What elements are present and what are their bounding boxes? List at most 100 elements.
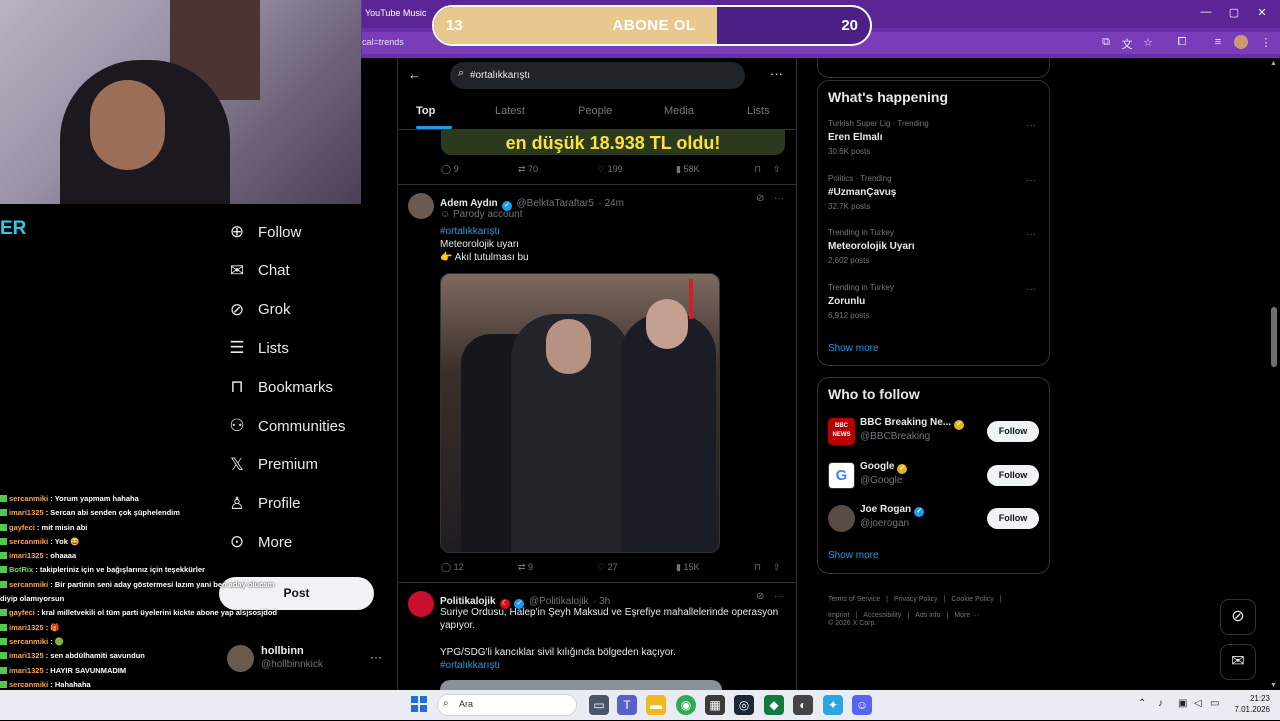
follow-suggestion-handle[interactable]: @Google [860, 475, 902, 486]
avatar[interactable] [408, 193, 434, 219]
footer-link[interactable]: Privacy Policy [894, 596, 938, 603]
tweet-hashtag[interactable]: #ortalıkkarıştı [440, 225, 500, 238]
follow-button[interactable]: Follow [987, 421, 1039, 442]
nav-item-lists[interactable]: ☰ Lists [226, 333, 288, 363]
app-icon[interactable]: ◆ [764, 695, 784, 715]
chat-username[interactable]: imari1325 [9, 623, 44, 632]
address-text[interactable]: cal=trends [362, 37, 404, 47]
volume-icon[interactable]: ◁ [1194, 698, 1202, 709]
bookmark-icon[interactable]: ⊓ [754, 562, 761, 573]
chat-username[interactable]: imari1325 [9, 508, 44, 517]
footer-link[interactable]: Accessibility [863, 612, 901, 619]
grok-icon[interactable]: ⊘ [756, 193, 764, 204]
nav-item-bookmarks[interactable]: ⊓ Bookmarks [226, 372, 333, 402]
follow-button[interactable]: Follow [987, 464, 1039, 486]
trend-title[interactable]: Meteorolojik Uyarı [828, 241, 915, 252]
tweet-image[interactable]: en düşük 18.938 TL oldu! [441, 129, 785, 155]
chat-username[interactable]: sercanmiki [9, 537, 48, 546]
chat-username[interactable]: gayfeci [9, 608, 35, 617]
scroll-up-arrow-icon[interactable]: ▲ [1270, 60, 1277, 67]
chat-username[interactable]: sercanmiki [9, 580, 48, 589]
star-icon[interactable]: ☆ [1140, 36, 1156, 49]
extensions-icon[interactable]: ⧠ [1174, 36, 1190, 49]
follow-button[interactable]: Follow [987, 508, 1039, 529]
follow-suggestion-handle[interactable]: @joerogan [860, 518, 909, 529]
repost-button[interactable]: ⇄ 70 [518, 164, 538, 175]
trend-more-icon[interactable]: ··· [1026, 229, 1036, 240]
footer-link[interactable]: Terms of Service [828, 596, 880, 603]
media-icon[interactable]: ≡ [1210, 36, 1226, 48]
more-options-icon[interactable]: ··· [770, 66, 783, 81]
footer-link[interactable]: Ads info [915, 612, 940, 619]
tweet-author[interactable]: Adem Aydın [440, 198, 498, 209]
share-icon[interactable]: ⇧ [773, 164, 781, 175]
tweet-more-icon[interactable]: ··· [774, 591, 784, 602]
show-more-link[interactable]: Show more [828, 343, 879, 354]
taskbar-search[interactable] [437, 694, 577, 716]
discord-icon[interactable]: ☺ [852, 695, 872, 715]
store-icon[interactable]: ▦ [705, 695, 725, 715]
repost-button[interactable]: ⇄ 9 [518, 562, 533, 573]
reply-button[interactable]: ◯ 9 [441, 164, 459, 175]
footer-link[interactable]: More ··· [954, 612, 979, 619]
tab-top[interactable]: Top [416, 105, 435, 117]
chat-username[interactable]: gayfeci [9, 523, 35, 532]
trend-more-icon[interactable]: ··· [1026, 120, 1036, 131]
grok-button[interactable]: ⊘ [1220, 599, 1256, 635]
trend-title[interactable]: Zorunlu [828, 296, 865, 307]
tray-chevron-icon[interactable]: ⌃ [1138, 698, 1146, 709]
minimize-icon[interactable]: — [1196, 6, 1216, 18]
network-icon[interactable]: ▣ [1178, 698, 1187, 709]
share-icon[interactable]: ⇧ [773, 562, 781, 573]
nav-item-communities[interactable]: ⚇ Communities [226, 411, 345, 441]
views-button[interactable]: ▮ 58K [676, 164, 699, 175]
battery-icon[interactable]: ▭ [1210, 698, 1219, 709]
trend-more-icon[interactable]: ··· [1026, 175, 1036, 186]
obs-icon[interactable]: ◐ [793, 695, 813, 715]
follow-suggestion-name[interactable]: Joe Rogan ✓ [860, 504, 925, 517]
avatar-icon[interactable] [828, 505, 855, 532]
follow-suggestion-name[interactable]: BBC Breaking Ne... ✓ [860, 417, 965, 430]
microphone-icon[interactable]: ♪ [1158, 698, 1163, 709]
tweet-handle[interactable]: @BelktaTaraftar5 [517, 198, 594, 209]
nav-item-grok[interactable]: ⊘ Grok [226, 295, 291, 325]
follow-suggestion-name[interactable]: Google ✓ [860, 461, 908, 474]
file-explorer-icon[interactable]: ▬ [646, 695, 666, 715]
taskbar-search-placeholder[interactable]: Ara [459, 699, 473, 709]
tab-lists[interactable]: Lists [747, 105, 770, 117]
footer-link[interactable]: Imprint [828, 612, 849, 619]
footer-link[interactable]: Cookie Policy [951, 596, 993, 603]
browser-tab-youtube-music[interactable]: YouTube Music [365, 8, 426, 18]
google-logo-icon[interactable]: G [828, 461, 855, 489]
nav-item-chat[interactable]: ✉ Chat [226, 256, 290, 286]
follow-suggestion-handle[interactable]: @BBCBreaking [860, 431, 930, 442]
steam-icon[interactable]: ◎ [734, 695, 754, 715]
chat-username[interactable]: imari1325 [9, 551, 44, 560]
like-button[interactable]: ♡ 27 [597, 562, 618, 573]
task-view-icon[interactable]: ▭ [589, 695, 609, 715]
chat-username[interactable]: sercanmiki [9, 637, 48, 646]
taskbar-time[interactable]: 21:23 [1240, 694, 1270, 703]
chat-username[interactable]: imari1325 [9, 651, 44, 660]
tweet-hashtag[interactable]: #ortalıkkarıştı [440, 659, 500, 672]
close-icon[interactable]: ✕ [1252, 6, 1272, 19]
trend-title[interactable]: Eren Elmalı [828, 132, 882, 143]
tab-people[interactable]: People [578, 105, 612, 117]
chrome-icon[interactable]: ◉ [676, 695, 696, 715]
chat-username[interactable]: sercanmiki [9, 680, 48, 689]
search-value[interactable]: #ortalıkkarıştı [470, 70, 530, 81]
grok-icon[interactable]: ⊘ [756, 591, 764, 602]
tweet-photo[interactable] [440, 273, 720, 553]
nav-item-follow[interactable]: ⊕ Follow [226, 217, 301, 247]
back-arrow-icon[interactable]: ← [408, 67, 421, 82]
teams-icon[interactable]: T [617, 695, 637, 715]
maximize-icon[interactable]: ▢ [1224, 6, 1244, 19]
bookmark-icon[interactable]: ⊓ [754, 164, 761, 175]
bbc-news-logo-icon[interactable]: BBC NEWS [828, 418, 855, 445]
nav-item-premium[interactable]: 𝕏 Premium [226, 450, 318, 480]
views-button[interactable]: ▮ 15K [676, 562, 699, 573]
scrollbar[interactable] [1268, 58, 1280, 690]
browser-menu-icon[interactable]: ⋮ [1258, 36, 1274, 49]
chat-username[interactable]: BotRix [9, 565, 33, 574]
scroll-down-arrow-icon[interactable]: ▼ [1270, 682, 1277, 689]
